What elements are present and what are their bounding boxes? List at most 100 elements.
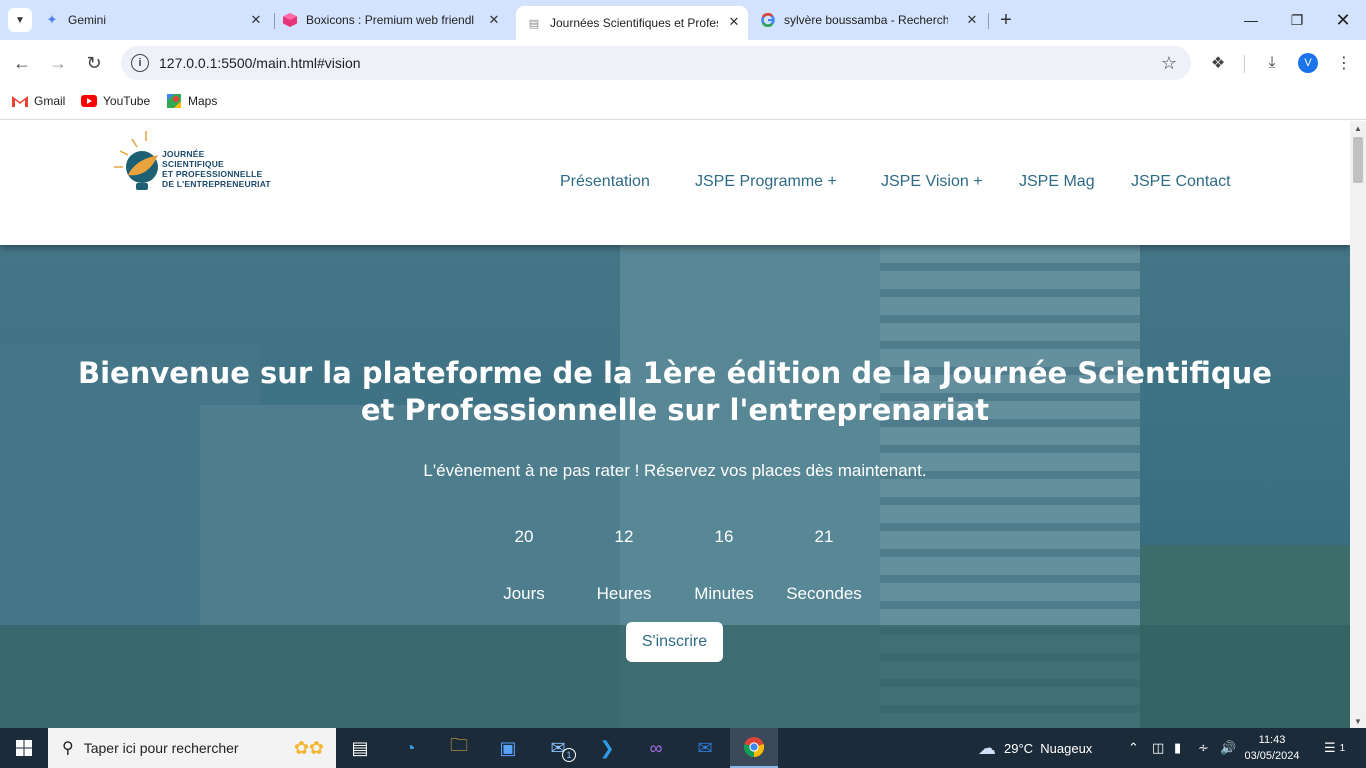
forward-button[interactable]: → — [44, 49, 72, 77]
wifi-icon[interactable]: ∻ — [1198, 728, 1209, 768]
hero-subtitle: L'évènement à ne pas rater ! Réservez vo… — [423, 461, 927, 480]
tab-title: Journées Scientifiques et Profes — [550, 16, 718, 30]
visual-studio-icon[interactable]: ∞ — [632, 728, 680, 768]
bookmark-youtube[interactable]: YouTube — [81, 93, 150, 109]
download-icon[interactable]: ⤓ — [1260, 51, 1284, 75]
tab-separator — [274, 13, 275, 29]
battery-icon[interactable]: ▮ — [1174, 728, 1181, 768]
close-icon[interactable]: ✕ — [964, 12, 980, 28]
close-icon[interactable]: ✕ — [726, 14, 742, 30]
task-view-icon[interactable]: ▤ — [336, 728, 384, 768]
tab-gemini[interactable]: ✦ Gemini ✕ — [44, 6, 270, 34]
bookmark-label: YouTube — [103, 94, 151, 108]
tab-title: Gemini — [68, 13, 107, 27]
windows-taskbar: ⚲ Taper ici pour rechercher ✿✿ ▤ ◔ 🗀 ▣ ✉… — [0, 728, 1366, 768]
tab-search-button[interactable]: ▼ — [8, 8, 32, 32]
minimize-icon: — — [1244, 12, 1258, 28]
scrollbar-thumb[interactable] — [1353, 137, 1363, 183]
google-g-icon — [760, 12, 776, 28]
site-info-icon[interactable]: i — [131, 54, 149, 72]
edge-icon[interactable]: ◔ — [386, 728, 434, 768]
page-icon: ▤ — [528, 17, 540, 30]
lightbulb-logo-icon — [114, 131, 158, 190]
reload-button[interactable]: ↻ — [80, 49, 108, 77]
logo-line: DE L'ENTREPRENEURIAT — [162, 179, 271, 189]
nav-contact[interactable]: JSPE Contact — [1131, 173, 1231, 191]
reload-icon: ↻ — [86, 52, 102, 73]
search-icon: ⚲ — [62, 740, 74, 757]
register-button[interactable]: S'inscrire — [626, 622, 723, 662]
scroll-down-arrow-icon[interactable]: ▼ — [1350, 714, 1366, 728]
bookmark-star-icon[interactable]: ☆ — [1161, 53, 1177, 74]
nav-mag[interactable]: JSPE Mag — [1019, 173, 1095, 191]
extensions-icon[interactable]: ❖ — [1206, 51, 1230, 75]
countdown-minutes-label: Minutes — [694, 584, 754, 603]
youtube-icon — [81, 93, 97, 109]
flowers-illustration-icon: ✿✿ — [293, 737, 324, 758]
maps-icon — [166, 93, 182, 109]
close-icon[interactable]: ✕ — [486, 12, 502, 28]
new-tab-button[interactable]: + — [994, 8, 1018, 32]
store-icon[interactable]: ▣ — [484, 728, 532, 768]
address-bar[interactable]: i 127.0.0.1:5500/main.html#vision ☆ — [121, 46, 1191, 80]
logo-line: JOURNÉE — [162, 149, 205, 159]
notifications-badge: 1 — [1339, 742, 1346, 754]
mail-icon[interactable]: ✉ 1 — [534, 728, 582, 768]
nav-programme[interactable]: JSPE Programme + — [695, 173, 837, 191]
clock-time: 11:43 — [1258, 734, 1286, 746]
boxicons-cube-icon — [282, 12, 298, 28]
tab-strip: ▼ ✦ Gemini ✕ Boxicons : Premium web frie… — [0, 0, 1366, 40]
bookmark-gmail[interactable]: Gmail — [12, 93, 65, 109]
system-clock[interactable]: 11:43 03/05/2024 — [1240, 732, 1304, 764]
tab-title: sylvère boussamba - Recherche — [784, 13, 948, 27]
bookmark-label: Gmail — [34, 94, 66, 108]
cloud-icon: ☁ — [978, 737, 996, 758]
tab-separator — [988, 13, 989, 29]
notifications-icon[interactable]: ☰ 1 — [1324, 728, 1345, 768]
chrome-icon[interactable] — [730, 728, 778, 768]
page-scrollbar[interactable]: ▲ ▼ — [1350, 121, 1366, 728]
weather-text: 29°C Nuageux — [1004, 740, 1093, 756]
logo-line: SCIENTIFIQUE — [162, 159, 224, 169]
countdown-days-label: Jours — [503, 584, 545, 603]
start-button[interactable] — [0, 728, 48, 768]
site-logo[interactable]: JOURNÉE SCIENTIFIQUE ET PROFESSIONNELLE … — [112, 129, 272, 195]
url-text[interactable]: 127.0.0.1:5500/main.html#vision — [159, 55, 361, 71]
chrome-logo-icon — [743, 737, 765, 758]
countdown-minutes-value: 16 — [714, 527, 734, 546]
bookmark-maps[interactable]: Maps — [166, 93, 217, 109]
window-close-button[interactable]: ✕ — [1320, 0, 1366, 40]
hero-title: Bienvenue sur la plateforme de la 1ère é… — [78, 356, 1272, 427]
tray-device-icon[interactable]: ◫ — [1152, 728, 1164, 768]
tab-boxicons[interactable]: Boxicons : Premium web friendl ✕ — [282, 6, 508, 34]
back-button[interactable]: ← — [8, 49, 36, 77]
tab-title: Boxicons : Premium web friendl — [306, 13, 474, 27]
file-explorer-icon[interactable]: 🗀 — [435, 728, 483, 768]
arrow-left-icon: ← — [13, 52, 31, 73]
volume-icon[interactable]: 🔊 — [1220, 728, 1236, 768]
taskbar-search[interactable]: ⚲ Taper ici pour rechercher ✿✿ — [48, 728, 336, 768]
close-icon: ✕ — [1335, 9, 1351, 30]
toolbar-divider — [1244, 55, 1245, 73]
profile-avatar[interactable]: V — [1298, 53, 1318, 73]
nav-presentation[interactable]: Présentation — [560, 173, 650, 191]
outlook-icon[interactable]: ✉ — [681, 728, 729, 768]
logo-line: ET PROFESSIONNELLE — [162, 169, 263, 179]
minimize-button[interactable]: — — [1228, 0, 1274, 40]
clock-date: 03/05/2024 — [1244, 750, 1300, 762]
kebab-menu-icon[interactable]: ⋮ — [1332, 51, 1356, 75]
restore-button[interactable]: ❐ — [1274, 0, 1320, 40]
close-icon[interactable]: ✕ — [248, 12, 264, 28]
mail-badge: 1 — [562, 748, 576, 762]
site-header: JOURNÉE SCIENTIFIQUE ET PROFESSIONNELLE … — [0, 121, 1350, 245]
scroll-up-arrow-icon[interactable]: ▲ — [1350, 121, 1366, 135]
tab-jspe[interactable]: ▤ Journées Scientifiques et Profes ✕ — [516, 6, 748, 40]
tab-google-search[interactable]: sylvère boussamba - Recherche ✕ — [760, 6, 986, 34]
nav-vision[interactable]: JSPE Vision + — [881, 173, 983, 191]
weather-widget[interactable]: ☁ 29°C Nuageux — [978, 728, 1092, 768]
bookmark-label: Maps — [188, 94, 218, 108]
arrow-right-icon: → — [49, 52, 67, 73]
tray-chevron-up-icon[interactable]: ⌃ — [1128, 728, 1139, 768]
vscode-icon[interactable]: ❯ — [583, 728, 631, 768]
restore-icon: ❐ — [1290, 11, 1304, 28]
